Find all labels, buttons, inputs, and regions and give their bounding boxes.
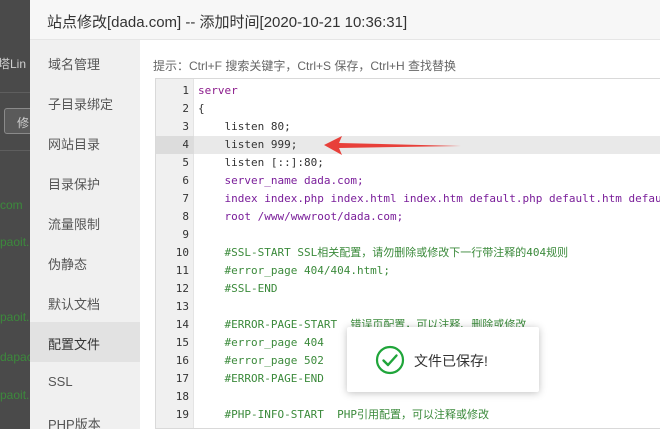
sidebar-item-label: 目录保护 (48, 177, 101, 192)
background-link: dapac (0, 350, 30, 364)
code-line[interactable]: 10 #SSL-START SSL相关配置，请勿删除或修改下一行带注释的404规… (156, 244, 660, 262)
sidebar-item-label: 流量限制 (48, 217, 101, 232)
code-line[interactable]: 2{ (156, 100, 660, 118)
line-number: 18 (175, 390, 189, 403)
divider (0, 92, 30, 93)
dialog-titlebar[interactable]: 站点修改[dada.com] -- 添加时间[2020-10-21 10:36:… (30, 0, 660, 40)
toast-message: 文件已保存! (414, 353, 488, 369)
code-line[interactable]: 7 index index.php index.html index.htm d… (156, 190, 660, 208)
line-text: #PHP-INFO-START PHP引用配置，可以注释或修改 (198, 408, 489, 421)
line-text: listen [::]:80; (198, 156, 324, 169)
sidebar-item-dir-protection[interactable]: 目录保护 (30, 162, 140, 202)
code-line[interactable]: 1 server (156, 82, 660, 100)
line-number: 5 (182, 156, 189, 169)
divider (0, 150, 30, 151)
line-text: #ERROR-PAGE-END (198, 372, 324, 385)
line-number: 11 (175, 264, 189, 277)
background-link: paoit. (0, 310, 30, 324)
sidebar-item-domain[interactable]: 域名管理 (30, 42, 140, 82)
sidebar-item-label: 网站目录 (48, 137, 101, 152)
line-text: server (198, 84, 238, 97)
line-number: 14 (175, 318, 189, 331)
code-line[interactable]: 9 (156, 226, 660, 244)
sidebar-item-label: SSL (48, 374, 73, 389)
line-number: 12 (175, 282, 189, 295)
line-number: 13 (175, 300, 189, 313)
line-number: 6 (182, 174, 189, 187)
line-text: server_name dada.com; (198, 174, 364, 187)
background-link: paoit. (0, 235, 30, 249)
sidebar-item-php-version[interactable]: PHP版本 (30, 402, 140, 429)
line-number: 1 (182, 84, 189, 97)
line-text: { (198, 102, 205, 115)
sidebar-item-default-doc[interactable]: 默认文档 (30, 282, 140, 322)
line-text: #SSL-START SSL相关配置，请勿删除或修改下一行带注释的404规则 (198, 246, 569, 259)
background-link: com (0, 198, 23, 212)
check-circle-icon (375, 345, 405, 375)
line-number: 8 (182, 210, 189, 223)
line-text: #error_page 404/404.html; (198, 264, 391, 277)
line-number: 2 (182, 102, 189, 115)
sidebar-item-label: PHP版本 (48, 417, 101, 429)
line-text: #error_page 502 (198, 354, 324, 367)
background-page: 塔Lin 修 com paoit. paoit. dapac paoit. (0, 0, 30, 429)
line-number: 17 (175, 372, 189, 385)
line-text: #error_page 404 (198, 336, 324, 349)
sidebar-item-rewrite[interactable]: 伪静态 (30, 242, 140, 282)
sidebar-item-label: 配置文件 (48, 337, 101, 352)
line-text: #SSL-END (198, 282, 278, 295)
sidebar-item-ssl[interactable]: SSL (30, 362, 140, 402)
code-line[interactable]: 6 server_name dada.com; (156, 172, 660, 190)
line-number: 15 (175, 336, 189, 349)
sidebar-item-label: 域名管理 (48, 57, 101, 72)
line-number: 3 (182, 120, 189, 133)
dialog-title: 站点修改[dada.com] -- 添加时间[2020-10-21 10:36:… (47, 14, 408, 31)
background-button: 修 (4, 108, 30, 134)
background-link: paoit. (0, 388, 30, 402)
dialog-sidebar: 域名管理 子目录绑定 网站目录 目录保护 流量限制 伪静态 默认文档 配置文件 … (30, 40, 140, 429)
sidebar-item-label: 默认文档 (48, 297, 101, 312)
sidebar-item-label: 伪静态 (48, 257, 88, 272)
line-text: root /www/wwwroot/dada.com; (198, 210, 404, 223)
line-text: listen 80; (198, 120, 291, 133)
saved-toast: 文件已保存! (347, 327, 539, 392)
site-edit-dialog: 站点修改[dada.com] -- 添加时间[2020-10-21 10:36:… (30, 0, 660, 429)
line-number: 16 (175, 354, 189, 367)
line-number: 19 (175, 408, 189, 421)
sidebar-item-subdir-binding[interactable]: 子目录绑定 (30, 82, 140, 122)
code-line[interactable]: 19 #PHP-INFO-START PHP引用配置，可以注释或修改 (156, 406, 660, 424)
line-number: 7 (182, 192, 189, 205)
sidebar-item-label: 子目录绑定 (48, 97, 114, 112)
sidebar-item-traffic-limit[interactable]: 流量限制 (30, 202, 140, 242)
line-text: index index.php index.html index.htm def… (198, 192, 660, 205)
editor-hint: 提示：Ctrl+F 搜索关键字，Ctrl+S 保存，Ctrl+H 查找替换 (153, 59, 457, 73)
code-line[interactable]: 12 #SSL-END (156, 280, 660, 298)
line-number: 9 (182, 228, 189, 241)
code-line[interactable]: 13 (156, 298, 660, 316)
line-number: 10 (175, 246, 189, 259)
sidebar-item-site-directory[interactable]: 网站目录 (30, 122, 140, 162)
line-number: 4 (182, 138, 189, 151)
line-text: listen 999; (198, 138, 298, 151)
background-text: 塔Lin (0, 57, 27, 71)
sidebar-item-config-file[interactable]: 配置文件 (30, 322, 140, 362)
red-arrow-icon (324, 136, 461, 155)
code-line[interactable]: 8 root /www/wwwroot/dada.com; (156, 208, 660, 226)
code-line[interactable]: 11 #error_page 404/404.html; (156, 262, 660, 280)
